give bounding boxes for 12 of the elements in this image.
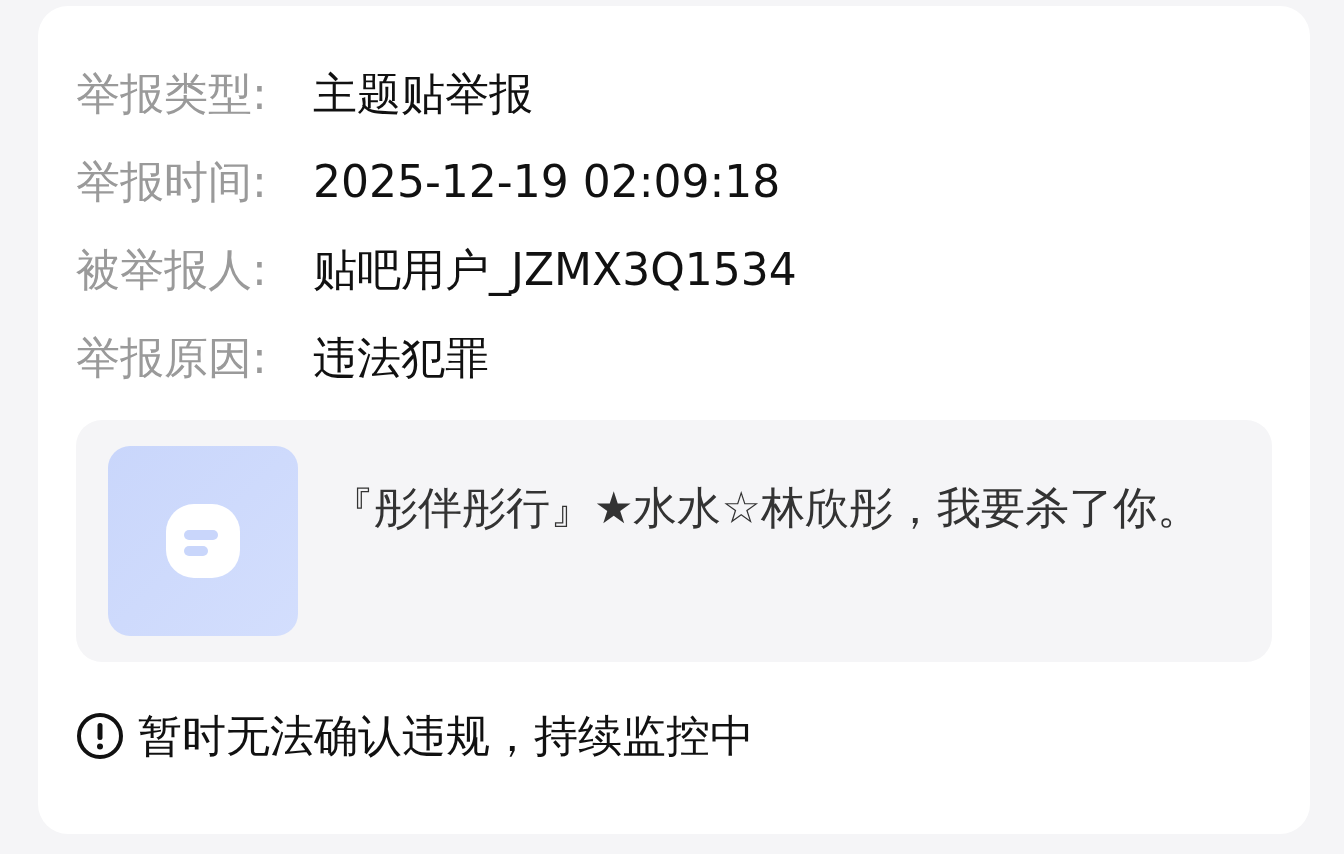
field-label: 举报类型: (76, 72, 268, 116)
status-text: 暂时无法确认违规，持续监控中 (138, 714, 754, 758)
field-value: 违法犯罪 (313, 336, 489, 380)
field-value: 主题贴举报 (313, 72, 533, 116)
field-label: 举报时间: (76, 160, 268, 204)
field-value: 2025-12-19 02:09:18 (313, 160, 781, 204)
field-label: 举报原因: (76, 336, 268, 380)
post-preview[interactable]: 『彤伴彤行』★水水☆林欣彤，我要杀了你。 (76, 420, 1272, 662)
field-label: 被举报人: (76, 248, 268, 292)
thumbnail-icon (108, 446, 298, 636)
post-text: 『彤伴彤行』★水水☆林欣彤，我要杀了你。 (330, 481, 1201, 535)
warning-icon (76, 712, 124, 760)
